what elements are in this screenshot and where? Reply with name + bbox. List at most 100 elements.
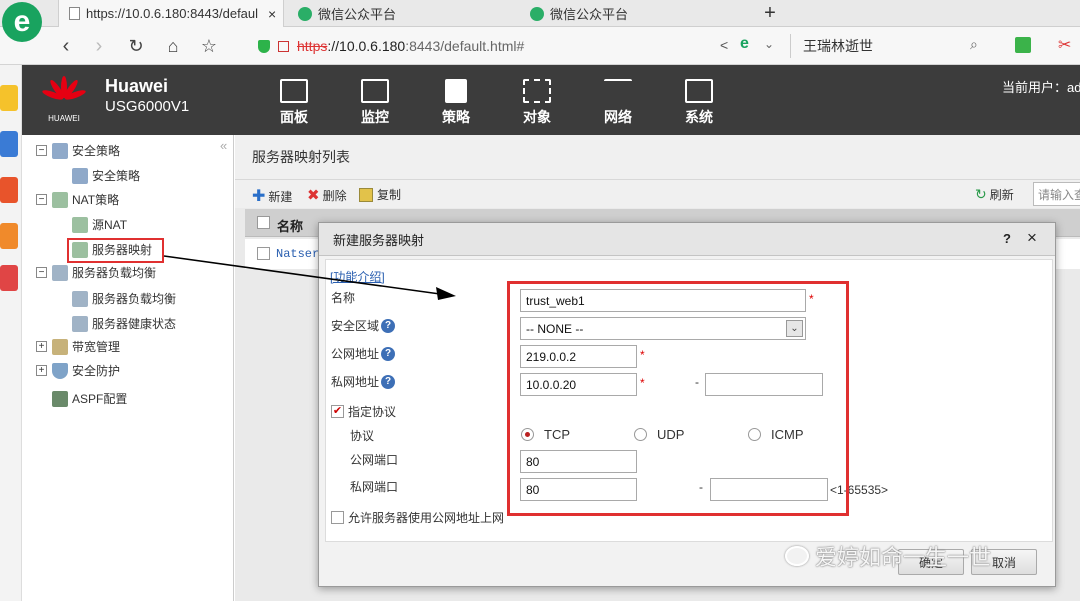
protocol-label: 协议 (350, 429, 375, 443)
wechat-icon (785, 546, 809, 566)
wechat-icon (298, 6, 312, 21)
search-input[interactable]: 王瑞林逝世 (790, 34, 1000, 58)
close-tab-icon[interactable]: × (268, 6, 276, 22)
news-icon[interactable] (0, 131, 18, 157)
translate-icon[interactable] (1015, 37, 1031, 53)
collapse-icon[interactable]: − (36, 145, 47, 156)
browser-logo-icon[interactable]: e (2, 2, 42, 42)
menu-network[interactable]: 网络 (593, 79, 643, 127)
help-icon[interactable]: ? (1003, 231, 1011, 246)
tab-title: https://10.0.6.180:8443/defaul (86, 6, 259, 21)
feature-intro-link[interactable]: [功能介绍] (330, 268, 385, 285)
url-rest: :8443/default.html# (405, 38, 525, 54)
tree-aspf[interactable]: ASPF配置 (52, 390, 127, 407)
browser-address-bar: ‹ › ↻ ⌂ ☆ https ://10.0.6.180 :8443/defa… (0, 27, 1080, 65)
tree-slb-sub[interactable]: 服务器负载均衡 (72, 290, 176, 307)
shield-icon (258, 39, 270, 53)
delete-button[interactable]: ✖ 删除 (307, 186, 347, 204)
lock-warning-icon (278, 40, 289, 52)
sidebar: « − 安全策略 安全策略 − NAT策略 源NAT 服务器映射 − 服务器负载均衡 … (22, 135, 234, 601)
shield-icon (52, 362, 68, 379)
private-port-label: 私网端口 (350, 480, 399, 494)
browser-tab[interactable]: 微信公众平台 (290, 0, 518, 27)
chevron-down-icon[interactable]: ⌄ (764, 37, 774, 51)
brand-name: Huawei (105, 76, 169, 96)
browser-side-strip (0, 65, 22, 601)
object-icon (523, 79, 551, 103)
menu-system[interactable]: 系统 (674, 79, 724, 127)
tree-source-nat[interactable]: 源NAT (72, 216, 127, 233)
specify-protocol-option[interactable]: ✔ 指定协议 (331, 403, 396, 420)
help-icon[interactable]: ? (381, 318, 396, 333)
help-icon[interactable]: ? (381, 346, 396, 361)
dashboard-icon (280, 79, 308, 103)
browser-tab[interactable]: 微信公众平台 (522, 0, 750, 27)
annotation-highlight-sidebar (67, 238, 164, 263)
menu-dashboard[interactable]: 面板 (269, 79, 319, 127)
menu-policy[interactable]: 策略 (431, 79, 481, 127)
url-field[interactable]: https ://10.0.6.180 :8443/default.html# (258, 34, 778, 58)
allow-internet-option[interactable]: 允许服务器使用公网地址上网 (331, 509, 504, 526)
new-button[interactable]: ✚ 新建 (252, 186, 292, 206)
aspf-icon (52, 390, 68, 407)
specify-protocol-checkbox[interactable]: ✔ (331, 405, 344, 418)
tree-slb[interactable]: − 服务器负载均衡 (36, 264, 156, 281)
select-all-checkbox[interactable] (257, 216, 270, 229)
toolbar: ✚新建 ✖删除 复制 ↻刷新 请输入查 (235, 180, 1080, 208)
back-icon[interactable]: ‹ (55, 35, 77, 57)
tree-nat-policy[interactable]: − NAT策略 (36, 191, 119, 208)
forward-icon[interactable]: › (88, 35, 110, 57)
menu-monitor[interactable]: 监控 (350, 79, 400, 127)
tree-bandwidth[interactable]: + 带宽管理 (36, 338, 120, 355)
tree-server-health[interactable]: 服务器健康状态 (72, 315, 176, 332)
delete-icon: ✖ (307, 187, 320, 204)
zone-label: 安全区域? (331, 317, 396, 334)
favorites-icon[interactable] (0, 85, 18, 111)
home-icon[interactable]: ⌂ (162, 35, 184, 57)
expand-icon[interactable]: + (36, 365, 47, 376)
allow-internet-checkbox[interactable] (331, 511, 344, 524)
search-input[interactable]: 请输入查 (1033, 182, 1080, 206)
menu-object[interactable]: 对象 (512, 79, 562, 127)
expand-icon[interactable]: + (36, 341, 47, 352)
collapse-icon[interactable]: − (36, 194, 47, 205)
search-icon[interactable]: ⌕ (970, 36, 978, 53)
close-icon[interactable]: × (1027, 228, 1037, 248)
policy-icon (52, 142, 68, 159)
tree-security-policy-sub[interactable]: 安全策略 (72, 167, 140, 184)
wechat-icon (530, 6, 544, 21)
browser-tab-active[interactable]: https://10.0.6.180:8443/defaul × (58, 0, 284, 27)
new-tab-button[interactable]: + (760, 0, 780, 27)
page-icon (69, 7, 80, 20)
tree-protection[interactable]: + 安全防护 (36, 362, 120, 379)
bandwidth-icon (52, 338, 68, 355)
game-icon[interactable] (0, 265, 18, 291)
star-icon[interactable]: ☆ (198, 35, 220, 57)
share-icon[interactable]: < (720, 37, 728, 53)
private-addr-label: 私网地址? (331, 373, 396, 390)
refresh-button[interactable]: ↻ 刷新 (975, 186, 1014, 203)
weibo-icon[interactable] (0, 177, 18, 203)
url-scheme: https (297, 38, 328, 54)
help-icon[interactable]: ? (381, 374, 396, 389)
annotation-highlight-form (507, 281, 849, 516)
tools-icon[interactable]: ✂ (1058, 35, 1071, 55)
public-port-label: 公网端口 (350, 453, 399, 467)
column-name[interactable]: 名称 (277, 216, 303, 235)
plus-icon: ✚ (252, 188, 266, 205)
row-checkbox[interactable] (257, 247, 270, 260)
network-icon (604, 79, 632, 103)
copy-button[interactable]: 复制 (359, 186, 401, 203)
public-addr-label: 公网地址? (331, 345, 396, 362)
server-icon (72, 315, 88, 332)
browser-tab-bar: e https://10.0.6.180:8443/defaul × 微信公众平… (0, 0, 1080, 42)
nat-icon (72, 216, 88, 233)
mail-icon[interactable] (0, 223, 18, 249)
ie-mode-icon[interactable]: e (740, 35, 749, 53)
current-user: 当前用户：ad (1002, 80, 1080, 95)
collapse-sidebar-icon[interactable]: « (220, 138, 227, 153)
url-host: ://10.0.6.180 (327, 38, 406, 54)
tree-security-policy[interactable]: − 安全策略 (36, 142, 120, 159)
reload-icon[interactable]: ↻ (125, 35, 147, 57)
collapse-icon[interactable]: − (36, 267, 47, 278)
